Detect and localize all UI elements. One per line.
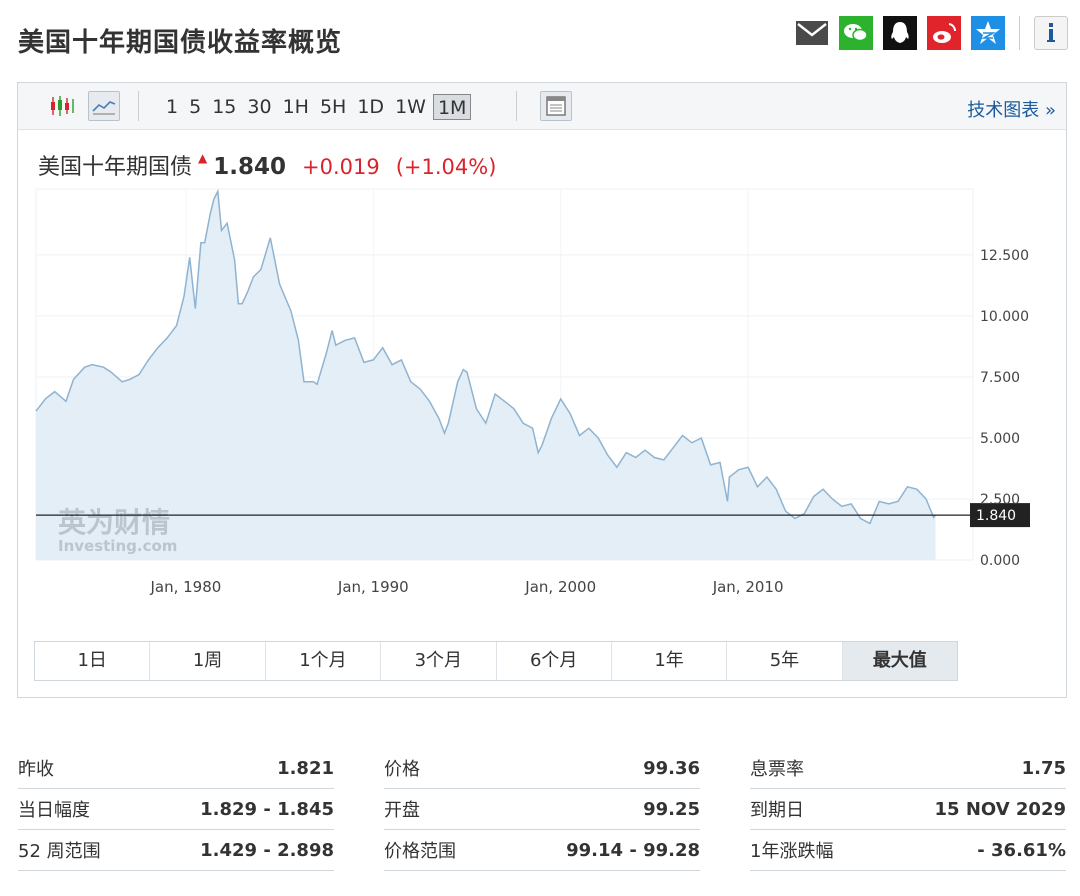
y-tick-label: 2.500	[980, 492, 1020, 508]
range-tab-3m[interactable]: 3个月	[381, 642, 497, 680]
yield-chart[interactable]: 英为财情 Investing.com 1.840 12.500 10.000 7.5…	[18, 83, 1066, 639]
stat-value: 1.829 - 1.845	[200, 798, 334, 820]
stat-value: 1.75	[1021, 757, 1066, 779]
y-tick-label: 7.500	[980, 370, 1020, 386]
range-tab-1m[interactable]: 1个月	[265, 642, 382, 680]
stat-value: 99.14 - 99.28	[566, 839, 700, 861]
investing-watermark: 英为财情 Investing.com	[58, 506, 177, 555]
stat-label: 当日幅度	[18, 800, 90, 821]
qzone-icon[interactable]	[971, 16, 1005, 50]
stats-column: 价格 99.36 开盘 99.25 价格范围 99.14 - 99.28	[384, 748, 700, 871]
range-tab-6m[interactable]: 6个月	[496, 642, 612, 680]
stat-row: 价格范围 99.14 - 99.28	[384, 830, 700, 871]
qq-icon[interactable]	[883, 16, 917, 50]
y-tick-label: 12.500	[980, 248, 1029, 264]
range-tab-1y[interactable]: 1年	[611, 642, 728, 680]
weibo-icon[interactable]	[927, 16, 961, 50]
stat-label: 价格范围	[384, 841, 456, 862]
current-value-label: 1.840	[976, 508, 1016, 524]
share-divider	[1019, 16, 1020, 50]
watermark-cn: 英为财情	[58, 506, 170, 539]
stat-label: 开盘	[384, 800, 420, 821]
x-tick-label: Jan, 2010	[712, 578, 784, 596]
stat-value: 1.429 - 2.898	[200, 839, 334, 861]
stats-column: 昨收 1.821 当日幅度 1.829 - 1.845 52 周范围 1.429 - …	[18, 748, 334, 871]
stat-row: 1年涨跌幅 - 36.61%	[750, 830, 1066, 871]
share-toolbar	[795, 16, 1068, 50]
page-title: 美国十年期国债收益率概览	[18, 28, 343, 58]
chart-panel: 1 5 15 30 1H 5H 1D 1W 1M 技术图表 » 美国十年期国债 …	[17, 82, 1067, 698]
stat-label: 价格	[384, 759, 420, 780]
stat-label: 昨收	[18, 759, 54, 780]
range-tab-5y[interactable]: 5年	[727, 642, 843, 680]
x-tick-label: Jan, 2000	[524, 578, 596, 596]
stats-column: 息票率 1.75 到期日 15 NOV 2029 1年涨跌幅 - 36.61%	[750, 748, 1066, 871]
stat-label: 到期日	[750, 800, 804, 821]
stat-row: 开盘 99.25	[384, 789, 700, 830]
range-tab-max[interactable]: 最大值	[842, 642, 957, 680]
x-axis-labels: Jan, 1980 Jan, 1990 Jan, 2000 Jan, 2010	[149, 578, 783, 596]
stat-row: 息票率 1.75	[750, 748, 1066, 789]
info-icon[interactable]	[1034, 16, 1068, 50]
wechat-icon[interactable]	[839, 16, 873, 50]
x-tick-label: Jan, 1990	[337, 578, 409, 596]
stat-value: 1.821	[277, 757, 334, 779]
stat-row: 昨收 1.821	[18, 748, 334, 789]
stat-value: 15 NOV 2029	[934, 798, 1067, 820]
mail-icon[interactable]	[795, 16, 829, 50]
stat-row: 52 周范围 1.429 - 2.898	[18, 830, 334, 871]
stat-row: 当日幅度 1.829 - 1.845	[18, 789, 334, 830]
range-tab-1d[interactable]: 1日	[35, 642, 151, 680]
x-tick-label: Jan, 1980	[149, 578, 221, 596]
stat-row: 到期日 15 NOV 2029	[750, 789, 1066, 830]
stat-value: 99.36	[643, 757, 700, 779]
y-tick-label: 10.000	[980, 309, 1029, 325]
range-tab-1w[interactable]: 1周	[150, 642, 266, 680]
stat-label: 52 周范围	[18, 841, 101, 862]
stat-value: 99.25	[643, 798, 700, 820]
watermark-en: Investing.com	[58, 537, 177, 555]
stat-label: 1年涨跌幅	[750, 841, 834, 862]
stat-row: 价格 99.36	[384, 748, 700, 789]
y-tick-label: 5.000	[980, 431, 1020, 447]
stat-label: 息票率	[750, 759, 804, 780]
y-tick-label: 0.000	[980, 553, 1020, 569]
range-tabs: 1日 1周 1个月 3个月 6个月 1年 5年 最大值	[34, 641, 958, 681]
stat-value: - 36.61%	[977, 839, 1066, 861]
